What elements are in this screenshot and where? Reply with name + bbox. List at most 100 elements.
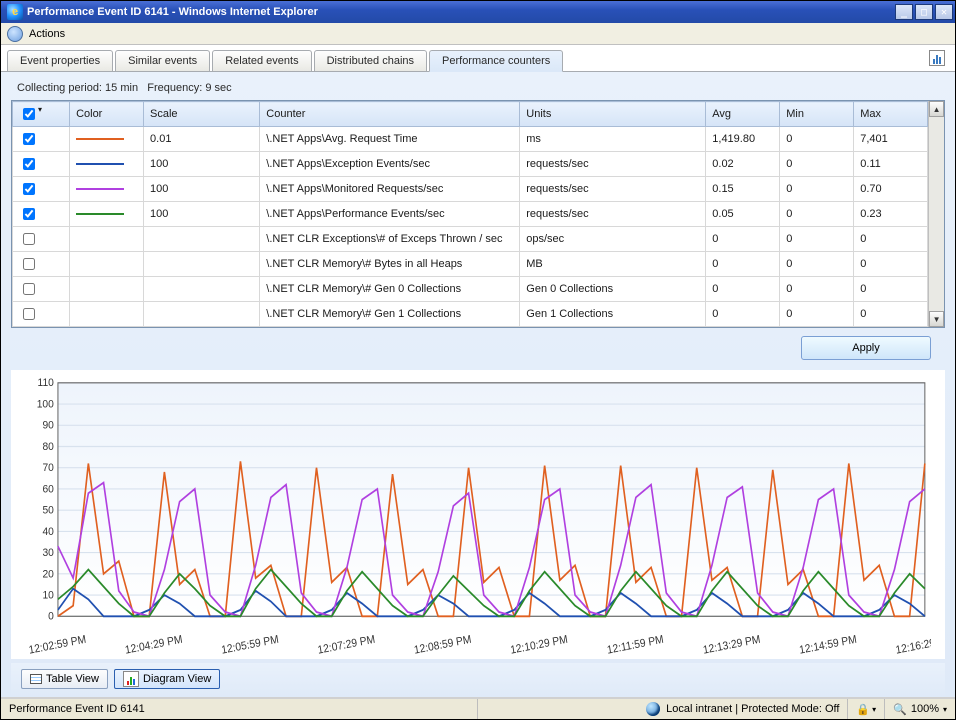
app-window: e Performance Event ID 6141 - Windows In… [0,0,956,720]
status-page: Performance Event ID 6141 [1,699,478,719]
cell-max: 0 [854,277,928,302]
cell-units: ms [520,127,706,152]
maximize-button[interactable]: □ [915,4,933,20]
chevron-down-icon: ▾ [943,705,947,714]
hdr-max[interactable]: Max [854,102,928,127]
svg-text:110: 110 [38,377,54,390]
counters-table: ▾ Color Scale Counter Units Avg Min Max … [12,101,928,327]
counters-grid: ▾ Color Scale Counter Units Avg Min Max … [11,100,945,328]
cell-max: 0 [854,252,928,277]
minimize-button[interactable]: _ [895,4,913,20]
svg-text:100: 100 [37,398,54,411]
tab-performance-counters[interactable]: Performance counters [429,50,563,72]
cell-min: 0 [780,302,854,327]
hdr-counter[interactable]: Counter [260,102,520,127]
table-row[interactable]: \.NET CLR Memory\# Gen 1 CollectionsGen … [13,302,928,327]
table-row[interactable]: \.NET CLR Memory\# Bytes in all HeapsMB0… [13,252,928,277]
table-row[interactable]: 100\.NET Apps\Exception Events/secreques… [13,152,928,177]
cell-scale [144,277,260,302]
apply-row: Apply [11,328,945,370]
svg-text:12:14:59 PM: 12:14:59 PM [798,633,857,655]
status-zoom[interactable]: 🔍 100% ▾ [885,699,955,719]
zone-icon [646,702,660,716]
svg-text:12:02:59 PM: 12:02:59 PM [28,633,87,655]
hdr-checkbox[interactable]: ▾ [13,102,70,127]
hdr-scale[interactable]: Scale [144,102,260,127]
svg-text:12:04:29 PM: 12:04:29 PM [124,633,183,655]
table-row[interactable]: \.NET CLR Memory\# Gen 0 CollectionsGen … [13,277,928,302]
row-checkbox[interactable] [23,158,35,170]
svg-text:12:10:29 PM: 12:10:29 PM [509,633,568,655]
cell-max: 0.11 [854,152,928,177]
hdr-avg[interactable]: Avg [706,102,780,127]
select-all-checkbox[interactable] [23,108,35,120]
tabs-row: Event properties Similar events Related … [1,45,955,72]
cell-avg: 0 [706,277,780,302]
tab-similar-events[interactable]: Similar events [115,50,210,71]
ie-icon: e [7,4,23,20]
hdr-min[interactable]: Min [780,102,854,127]
svg-text:12:07:29 PM: 12:07:29 PM [317,633,376,655]
svg-text:40: 40 [42,525,53,538]
tab-related-events[interactable]: Related events [212,50,311,71]
cell-units: Gen 0 Collections [520,277,706,302]
row-checkbox[interactable] [23,283,35,295]
table-row[interactable]: 100\.NET Apps\Monitored Requests/secrequ… [13,177,928,202]
cell-max: 0 [854,302,928,327]
actions-menu[interactable]: Actions [29,28,65,40]
row-checkbox[interactable] [23,258,35,270]
content: Event properties Similar events Related … [1,45,955,697]
scroll-down-arrow[interactable]: ▼ [929,311,944,327]
cell-min: 0 [780,227,854,252]
header-row: ▾ Color Scale Counter Units Avg Min Max [13,102,928,127]
statusbar: Performance Event ID 6141 Local intranet… [1,697,955,719]
cell-avg: 1,419.80 [706,127,780,152]
row-checkbox[interactable] [23,208,35,220]
collecting-frequency: Frequency: 9 sec [147,82,231,94]
grid-scrollbar[interactable]: ▲ ▼ [928,101,944,327]
cell-scale [144,252,260,277]
color-swatch [76,163,124,165]
row-checkbox[interactable] [23,183,35,195]
row-checkbox[interactable] [23,233,35,245]
scroll-track[interactable] [929,117,944,311]
cell-counter: \.NET Apps\Exception Events/sec [260,152,520,177]
security-icon: 🔒 [856,703,870,716]
svg-text:50: 50 [42,504,53,517]
cell-avg: 0 [706,227,780,252]
row-checkbox[interactable] [23,308,35,320]
svg-text:12:13:29 PM: 12:13:29 PM [702,633,761,655]
table-row[interactable]: \.NET CLR Exceptions\# of Exceps Thrown … [13,227,928,252]
hdr-color[interactable]: Color [70,102,144,127]
window-title: Performance Event ID 6141 - Windows Inte… [27,6,895,18]
cell-scale: 100 [144,177,260,202]
table-row[interactable]: 0.01\.NET Apps\Avg. Request Timems1,419.… [13,127,928,152]
tab-event-properties[interactable]: Event properties [7,50,113,71]
svg-text:10: 10 [42,589,53,602]
table-row[interactable]: 100\.NET Apps\Performance Events/secrequ… [13,202,928,227]
performance-panel: Collecting period: 15 min Frequency: 9 s… [1,72,955,697]
cell-units: ops/sec [520,227,706,252]
hdr-units[interactable]: Units [520,102,706,127]
svg-text:12:08:59 PM: 12:08:59 PM [413,633,472,655]
cell-avg: 0 [706,252,780,277]
scroll-up-arrow[interactable]: ▲ [929,101,944,117]
status-security[interactable]: 🔒▾ [848,699,885,719]
close-button[interactable]: ✕ [935,4,953,20]
cell-counter: \.NET Apps\Performance Events/sec [260,202,520,227]
cell-counter: \.NET Apps\Avg. Request Time [260,127,520,152]
apply-button[interactable]: Apply [801,336,931,360]
tab-distributed-chains[interactable]: Distributed chains [314,50,427,71]
reports-icon[interactable] [929,50,947,68]
row-checkbox[interactable] [23,133,35,145]
cell-units: requests/sec [520,152,706,177]
cell-units: requests/sec [520,177,706,202]
cell-avg: 0 [706,302,780,327]
diagram-view-button[interactable]: Diagram View [114,669,220,689]
gear-icon [7,26,23,42]
view-toggle: Table View Diagram View [11,663,945,697]
cell-scale [144,302,260,327]
cell-avg: 0.15 [706,177,780,202]
color-swatch [76,213,124,215]
table-view-button[interactable]: Table View [21,669,108,689]
